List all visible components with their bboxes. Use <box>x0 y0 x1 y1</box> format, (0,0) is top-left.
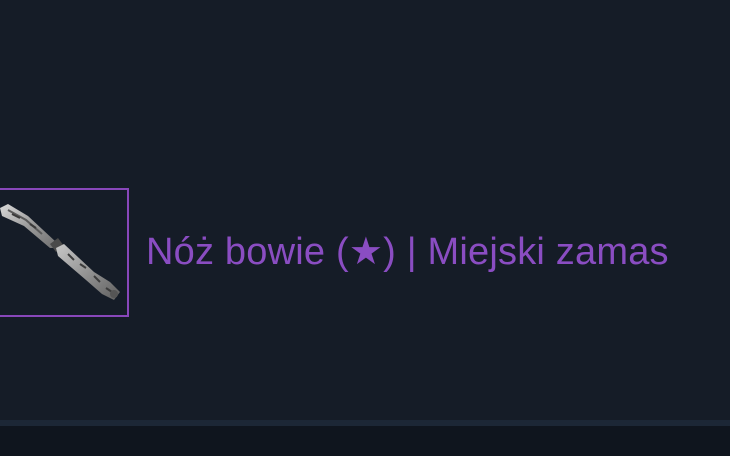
item-list-row[interactable]: Nóż bowie (★) | Miejski zamas <box>0 188 730 321</box>
bowie-knife-urban-masked-icon <box>0 204 120 300</box>
item-name-label[interactable]: Nóż bowie (★) | Miejski zamas <box>146 230 669 274</box>
item-panel: Nóż bowie (★) | Miejski zamas <box>0 0 730 420</box>
item-thumbnail[interactable] <box>0 188 129 317</box>
bottom-bar <box>0 426 730 456</box>
